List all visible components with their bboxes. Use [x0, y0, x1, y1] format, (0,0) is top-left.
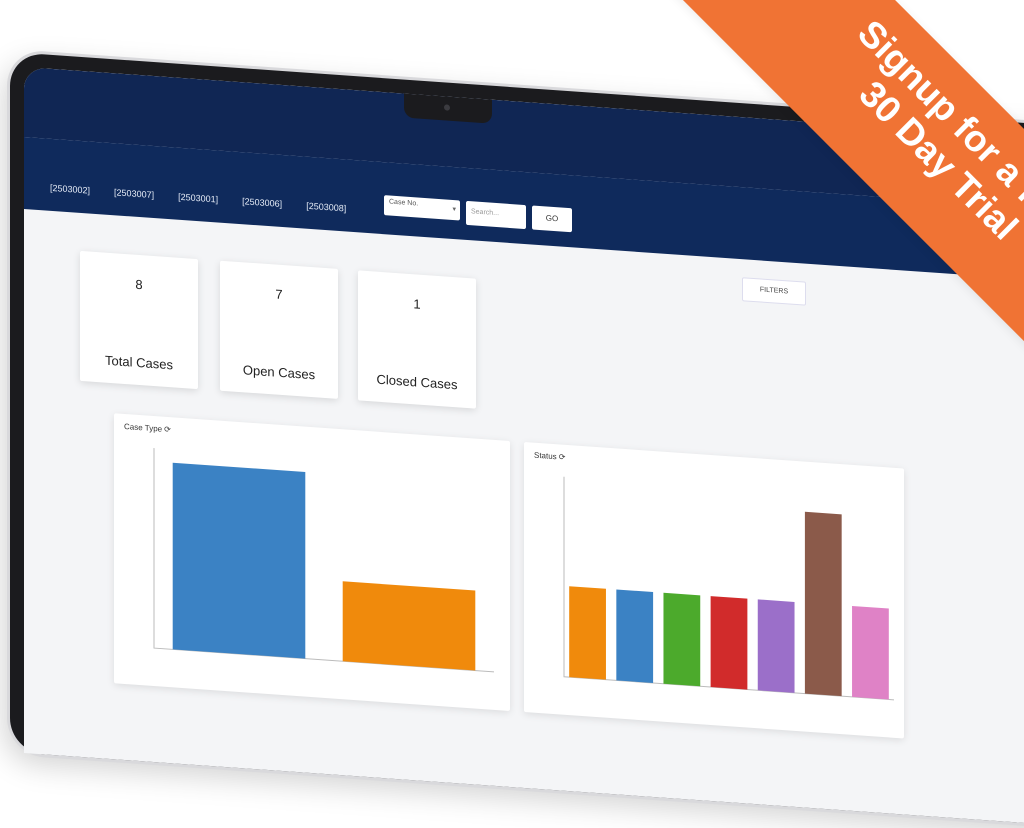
stat-value: 7 [275, 286, 283, 303]
status-chart [563, 476, 894, 701]
case-tab[interactable]: [2503001] [178, 192, 218, 205]
stat-card-open[interactable]: 7 Open Cases [220, 260, 338, 399]
case-type-chart [153, 448, 494, 673]
chart-bar[interactable] [616, 589, 654, 683]
stat-label: Open Cases [242, 362, 316, 383]
stat-label: Closed Cases [376, 371, 458, 393]
case-tab[interactable]: [2503008] [306, 201, 346, 214]
chart-bar[interactable] [710, 596, 748, 690]
case-tab[interactable]: [2503007] [114, 187, 154, 200]
status-panel: Status ⟳ [524, 441, 904, 739]
case-tab[interactable]: [2503002] [50, 183, 90, 196]
chart-bar[interactable] [342, 581, 476, 671]
stat-card-closed[interactable]: 1 Closed Cases [358, 270, 476, 409]
chart-bar[interactable] [757, 599, 795, 693]
camera-icon [444, 104, 450, 111]
case-tab[interactable]: [2503006] [242, 196, 282, 209]
search-field-select-value: Case No. [389, 198, 419, 208]
go-button[interactable]: GO [532, 205, 572, 233]
chart-bar[interactable] [172, 462, 306, 659]
chart-bar[interactable] [663, 592, 701, 687]
chart-bar[interactable] [569, 586, 606, 680]
stat-label: Total Cases [105, 352, 173, 373]
stat-card-total[interactable]: 8 Total Cases [80, 250, 198, 390]
filters-button[interactable]: FILTERS [742, 277, 806, 306]
stat-value: 1 [413, 296, 421, 312]
chart-bar[interactable] [852, 605, 889, 700]
case-type-panel: Case Type ⟳ [114, 413, 510, 711]
chevron-down-icon: ▾ [452, 205, 456, 214]
search-field-select[interactable]: Case No. ▾ [384, 195, 460, 221]
search-input[interactable]: Search... [466, 200, 526, 230]
chart-bar[interactable] [804, 511, 842, 697]
case-tabs: [2503002] [2503007] [2503001] [2503006] … [50, 183, 346, 214]
stat-value: 8 [135, 276, 143, 293]
search-area: Case No. ▾ Search... GO [384, 195, 572, 233]
